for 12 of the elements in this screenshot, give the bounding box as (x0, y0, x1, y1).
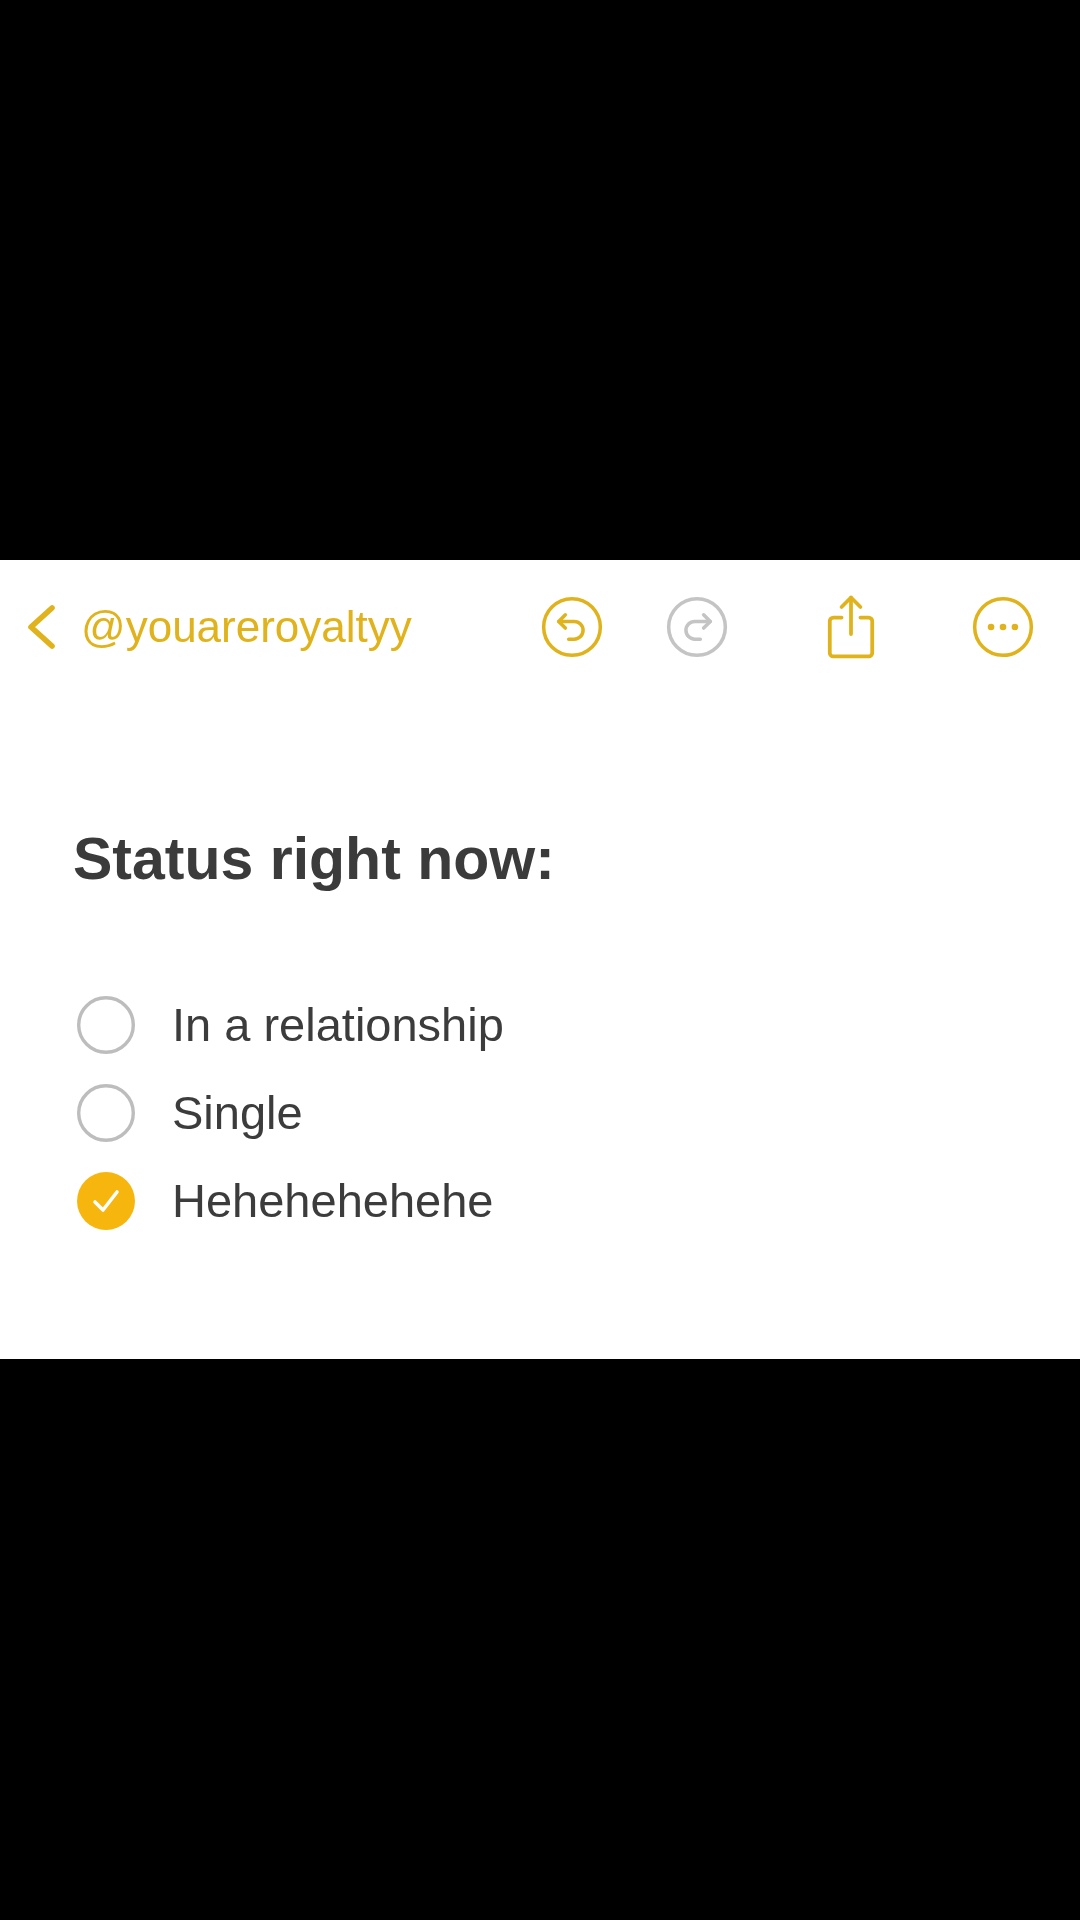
checked-checkbox[interactable] (77, 1171, 135, 1230)
checkbox[interactable] (77, 1083, 135, 1142)
undo-icon[interactable] (541, 596, 603, 658)
back-button[interactable]: @youareroyaltyy (0, 600, 412, 654)
checklist-item-text: Single (172, 1084, 303, 1141)
chevron-left-icon (25, 604, 57, 650)
checklist-item-text: Hehehehehehe (172, 1172, 494, 1229)
checklist-item-text: In a relationship (172, 996, 504, 1053)
more-icon[interactable] (972, 596, 1034, 658)
note-heading: Status right now: (73, 825, 555, 894)
share-icon[interactable] (825, 594, 877, 660)
checkbox[interactable] (77, 995, 135, 1054)
